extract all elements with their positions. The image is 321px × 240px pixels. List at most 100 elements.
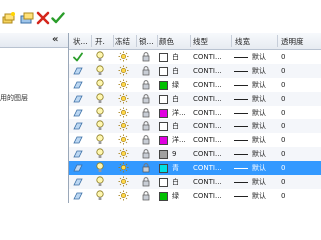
linetype-value[interactable]: CONTI...	[193, 108, 222, 118]
lightbulb-on-icon[interactable]	[96, 162, 104, 173]
sun-thawed-icon[interactable]	[118, 176, 129, 187]
column-header-lock[interactable]: 锁...	[139, 36, 154, 47]
color-name[interactable]: 绿	[172, 191, 179, 201]
transparency-value[interactable]: 0	[281, 163, 285, 173]
color-swatch[interactable]	[159, 164, 168, 174]
lightbulb-on-icon[interactable]	[96, 65, 104, 76]
unlocked-icon[interactable]	[142, 52, 150, 62]
lightbulb-on-icon[interactable]	[96, 51, 104, 62]
unlocked-icon[interactable]	[142, 66, 150, 76]
transparency-value[interactable]: 0	[281, 108, 285, 118]
transparency-value[interactable]: 0	[281, 191, 285, 201]
transparency-value[interactable]: 0	[281, 177, 285, 187]
column-header-freeze[interactable]: 冻结	[115, 36, 130, 47]
table-row[interactable]: 白 CONTI... 默认 0	[69, 50, 321, 64]
unlocked-icon[interactable]	[142, 135, 150, 145]
sun-thawed-icon[interactable]	[118, 162, 129, 173]
table-row[interactable]: 洋... CONTI... 默认 0	[69, 133, 321, 147]
layer-status-icon[interactable]	[73, 94, 83, 104]
new-layer-vp-icon[interactable]	[20, 11, 34, 25]
unlocked-icon[interactable]	[142, 191, 150, 201]
transparency-value[interactable]: 0	[281, 52, 285, 62]
layer-status-icon[interactable]	[73, 149, 83, 159]
column-header-lineweight[interactable]: 线宽	[235, 36, 250, 47]
lightbulb-on-icon[interactable]	[96, 106, 104, 118]
sun-thawed-icon[interactable]	[118, 190, 129, 201]
layer-status-icon[interactable]	[73, 108, 83, 118]
column-header-transparency[interactable]: 透明度	[281, 36, 304, 47]
table-row[interactable]: 白 CONTI... 默认 0	[69, 175, 321, 189]
lineweight-value[interactable]: 默认	[252, 80, 266, 90]
layer-status-icon[interactable]	[73, 66, 83, 76]
lightbulb-on-icon[interactable]	[96, 190, 104, 201]
color-swatch[interactable]	[159, 108, 168, 118]
new-layer-icon[interactable]	[2, 11, 16, 25]
set-current-icon[interactable]	[51, 11, 65, 25]
color-name[interactable]: 洋...	[172, 135, 186, 145]
current-layer-check-icon[interactable]	[73, 52, 83, 62]
column-header-color[interactable]: 颜色	[159, 36, 174, 47]
color-name[interactable]: 白	[172, 177, 179, 187]
layer-status-icon[interactable]	[73, 121, 83, 131]
color-name[interactable]: 洋...	[172, 108, 186, 118]
color-swatch[interactable]	[159, 53, 168, 62]
linetype-value[interactable]: CONTI...	[193, 94, 222, 104]
lineweight-value[interactable]: 默认	[252, 163, 266, 173]
unlocked-icon[interactable]	[142, 79, 150, 90]
column-header-linetype[interactable]: 线型	[193, 36, 208, 47]
layer-status-icon[interactable]	[73, 177, 83, 187]
unlocked-icon[interactable]	[142, 93, 150, 104]
sun-thawed-icon[interactable]	[118, 107, 129, 118]
lineweight-value[interactable]: 默认	[252, 94, 266, 104]
linetype-value[interactable]: CONTI...	[193, 177, 222, 187]
layer-status-icon[interactable]	[73, 191, 83, 201]
lightbulb-on-icon[interactable]	[96, 148, 104, 159]
linetype-value[interactable]: CONTI...	[193, 66, 222, 76]
lightbulb-on-icon[interactable]	[96, 134, 104, 145]
lineweight-value[interactable]: 默认	[252, 108, 266, 118]
sun-thawed-icon[interactable]	[118, 79, 129, 90]
color-swatch[interactable]	[159, 122, 168, 132]
layer-status-icon[interactable]	[73, 135, 83, 145]
unlocked-icon[interactable]	[142, 107, 150, 118]
color-name[interactable]: 白	[172, 52, 179, 62]
table-row[interactable]: 白 CONTI... 默认 0	[69, 119, 321, 134]
sun-thawed-icon[interactable]	[118, 93, 129, 104]
lineweight-value[interactable]: 默认	[252, 191, 266, 201]
transparency-value[interactable]: 0	[281, 149, 285, 159]
sun-thawed-icon[interactable]	[118, 120, 129, 131]
sun-thawed-icon[interactable]	[118, 65, 129, 76]
transparency-value[interactable]: 0	[281, 94, 285, 104]
column-header-on[interactable]: 开.	[95, 36, 105, 47]
table-row[interactable]: 9 CONTI... 默认 0	[69, 147, 321, 162]
unlocked-icon[interactable]	[142, 121, 150, 131]
sun-thawed-icon[interactable]	[118, 148, 129, 159]
table-row[interactable]: 绿 CONTI... 默认 0	[69, 78, 321, 92]
linetype-value[interactable]: CONTI...	[193, 80, 222, 90]
linetype-value[interactable]: CONTI...	[193, 149, 222, 159]
unlocked-icon[interactable]	[142, 177, 150, 187]
lightbulb-on-icon[interactable]	[96, 120, 104, 131]
table-row[interactable]: 白 CONTI... 默认 0	[69, 63, 321, 78]
color-swatch[interactable]	[159, 136, 168, 146]
unlocked-icon[interactable]	[142, 163, 150, 173]
unlocked-icon[interactable]	[142, 149, 150, 159]
lightbulb-on-icon[interactable]	[96, 93, 104, 104]
lineweight-value[interactable]: 默认	[252, 135, 266, 145]
sun-thawed-icon[interactable]	[118, 51, 129, 62]
lineweight-value[interactable]: 默认	[252, 66, 266, 76]
lightbulb-on-icon[interactable]	[96, 79, 104, 90]
sun-thawed-icon[interactable]	[118, 134, 129, 145]
layer-status-icon[interactable]	[73, 163, 83, 173]
transparency-value[interactable]: 0	[281, 66, 285, 76]
lightbulb-on-icon[interactable]	[96, 176, 104, 187]
lineweight-value[interactable]: 默认	[252, 177, 266, 187]
lineweight-value[interactable]: 默认	[252, 149, 266, 159]
color-name[interactable]: 绿	[172, 80, 179, 90]
delete-layer-icon[interactable]	[36, 11, 50, 25]
collapse-panel-icon[interactable]: «	[52, 34, 59, 45]
color-name[interactable]: 白	[172, 66, 179, 76]
linetype-value[interactable]: CONTI...	[193, 163, 222, 173]
color-swatch[interactable]	[159, 191, 168, 201]
linetype-value[interactable]: CONTI...	[193, 121, 222, 131]
